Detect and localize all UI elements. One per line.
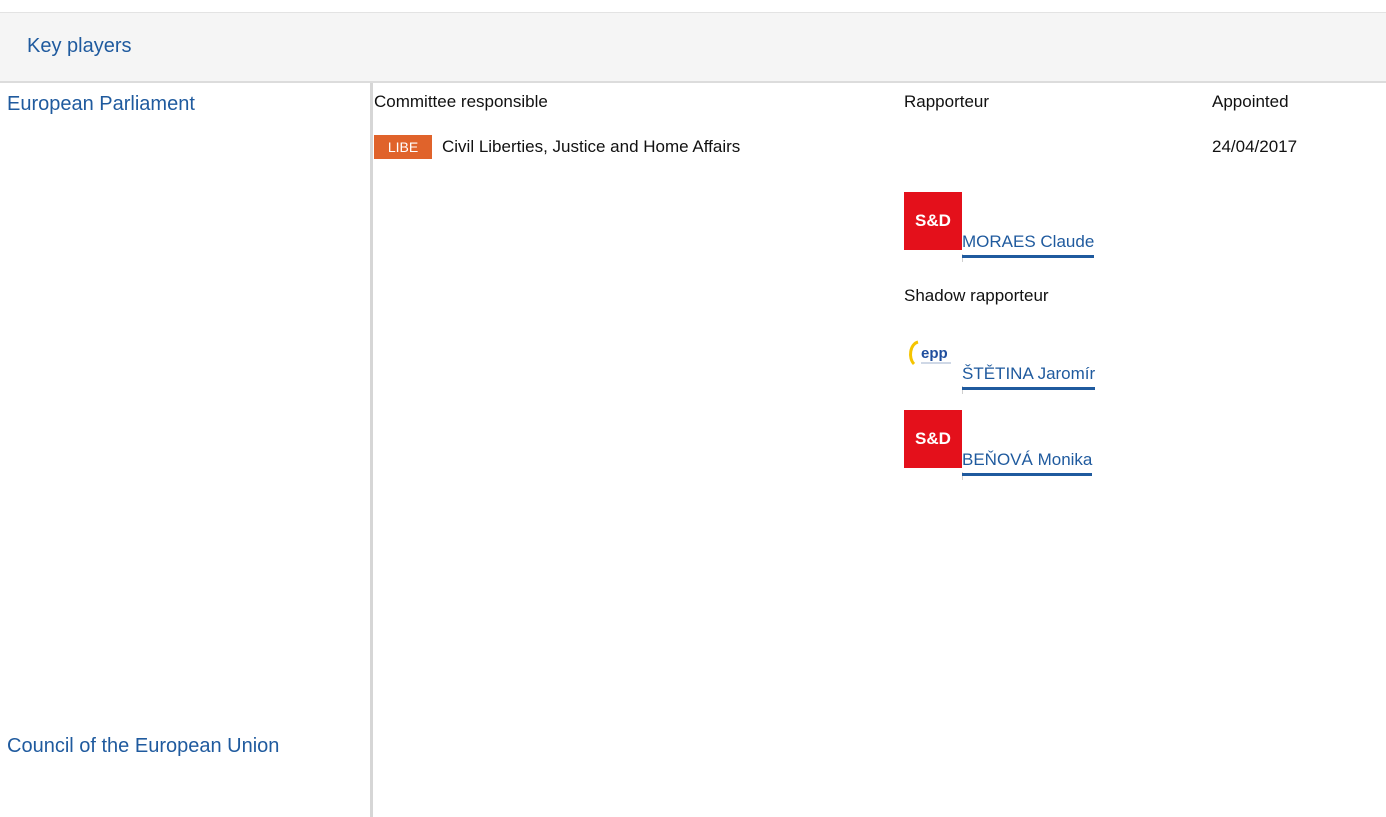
committee-badge[interactable]: LIBE xyxy=(374,135,432,159)
rapporteur-column-header: Rapporteur xyxy=(904,92,990,111)
section-header: Key players xyxy=(0,13,1386,83)
section-title: Key players xyxy=(27,35,132,57)
appointed-date: 24/04/2017 xyxy=(1212,137,1298,156)
shadow-rapporteur-link[interactable]: ŠTĚTINA Jaromír xyxy=(962,364,1096,390)
shadow-rapporteur-link[interactable]: BEŇOVÁ Monika xyxy=(962,450,1093,476)
institution-european-parliament: European Parliament xyxy=(7,93,195,115)
committee-column-header: Committee responsible xyxy=(374,92,548,111)
shadow-rapporteur-entry: epp ŠTĚTINA Jaromír xyxy=(904,324,1164,394)
committee-name: Civil Liberties, Justice and Home Affair… xyxy=(442,137,741,156)
rapporteur-name[interactable]: MORAES Claude xyxy=(962,232,1094,252)
institutions-column: European Parliament Council of the Europ… xyxy=(0,83,370,817)
shadow-rapporteur-name[interactable]: BEŇOVÁ Monika xyxy=(962,450,1092,470)
appointed-column-header: Appointed xyxy=(1212,92,1289,111)
sd-group-logo: S&D xyxy=(904,410,962,468)
epp-group-logo: epp xyxy=(904,324,962,382)
shadow-rapporteur-label: Shadow rapporteur xyxy=(904,286,1049,305)
column-divider xyxy=(370,83,373,817)
institution-council: Council of the European Union xyxy=(7,735,280,757)
rapporteur-link[interactable]: MORAES Claude xyxy=(962,232,1095,258)
epp-logo-text: epp xyxy=(921,345,948,362)
epp-logo-icon: epp xyxy=(909,340,951,366)
shadow-rapporteur-entry: S&D BEŇOVÁ Monika xyxy=(904,410,1164,480)
sd-group-logo: S&D xyxy=(904,192,962,250)
shadow-rapporteur-name[interactable]: ŠTĚTINA Jaromír xyxy=(962,364,1095,384)
rapporteur-entry: S&D MORAES Claude xyxy=(904,192,1164,262)
